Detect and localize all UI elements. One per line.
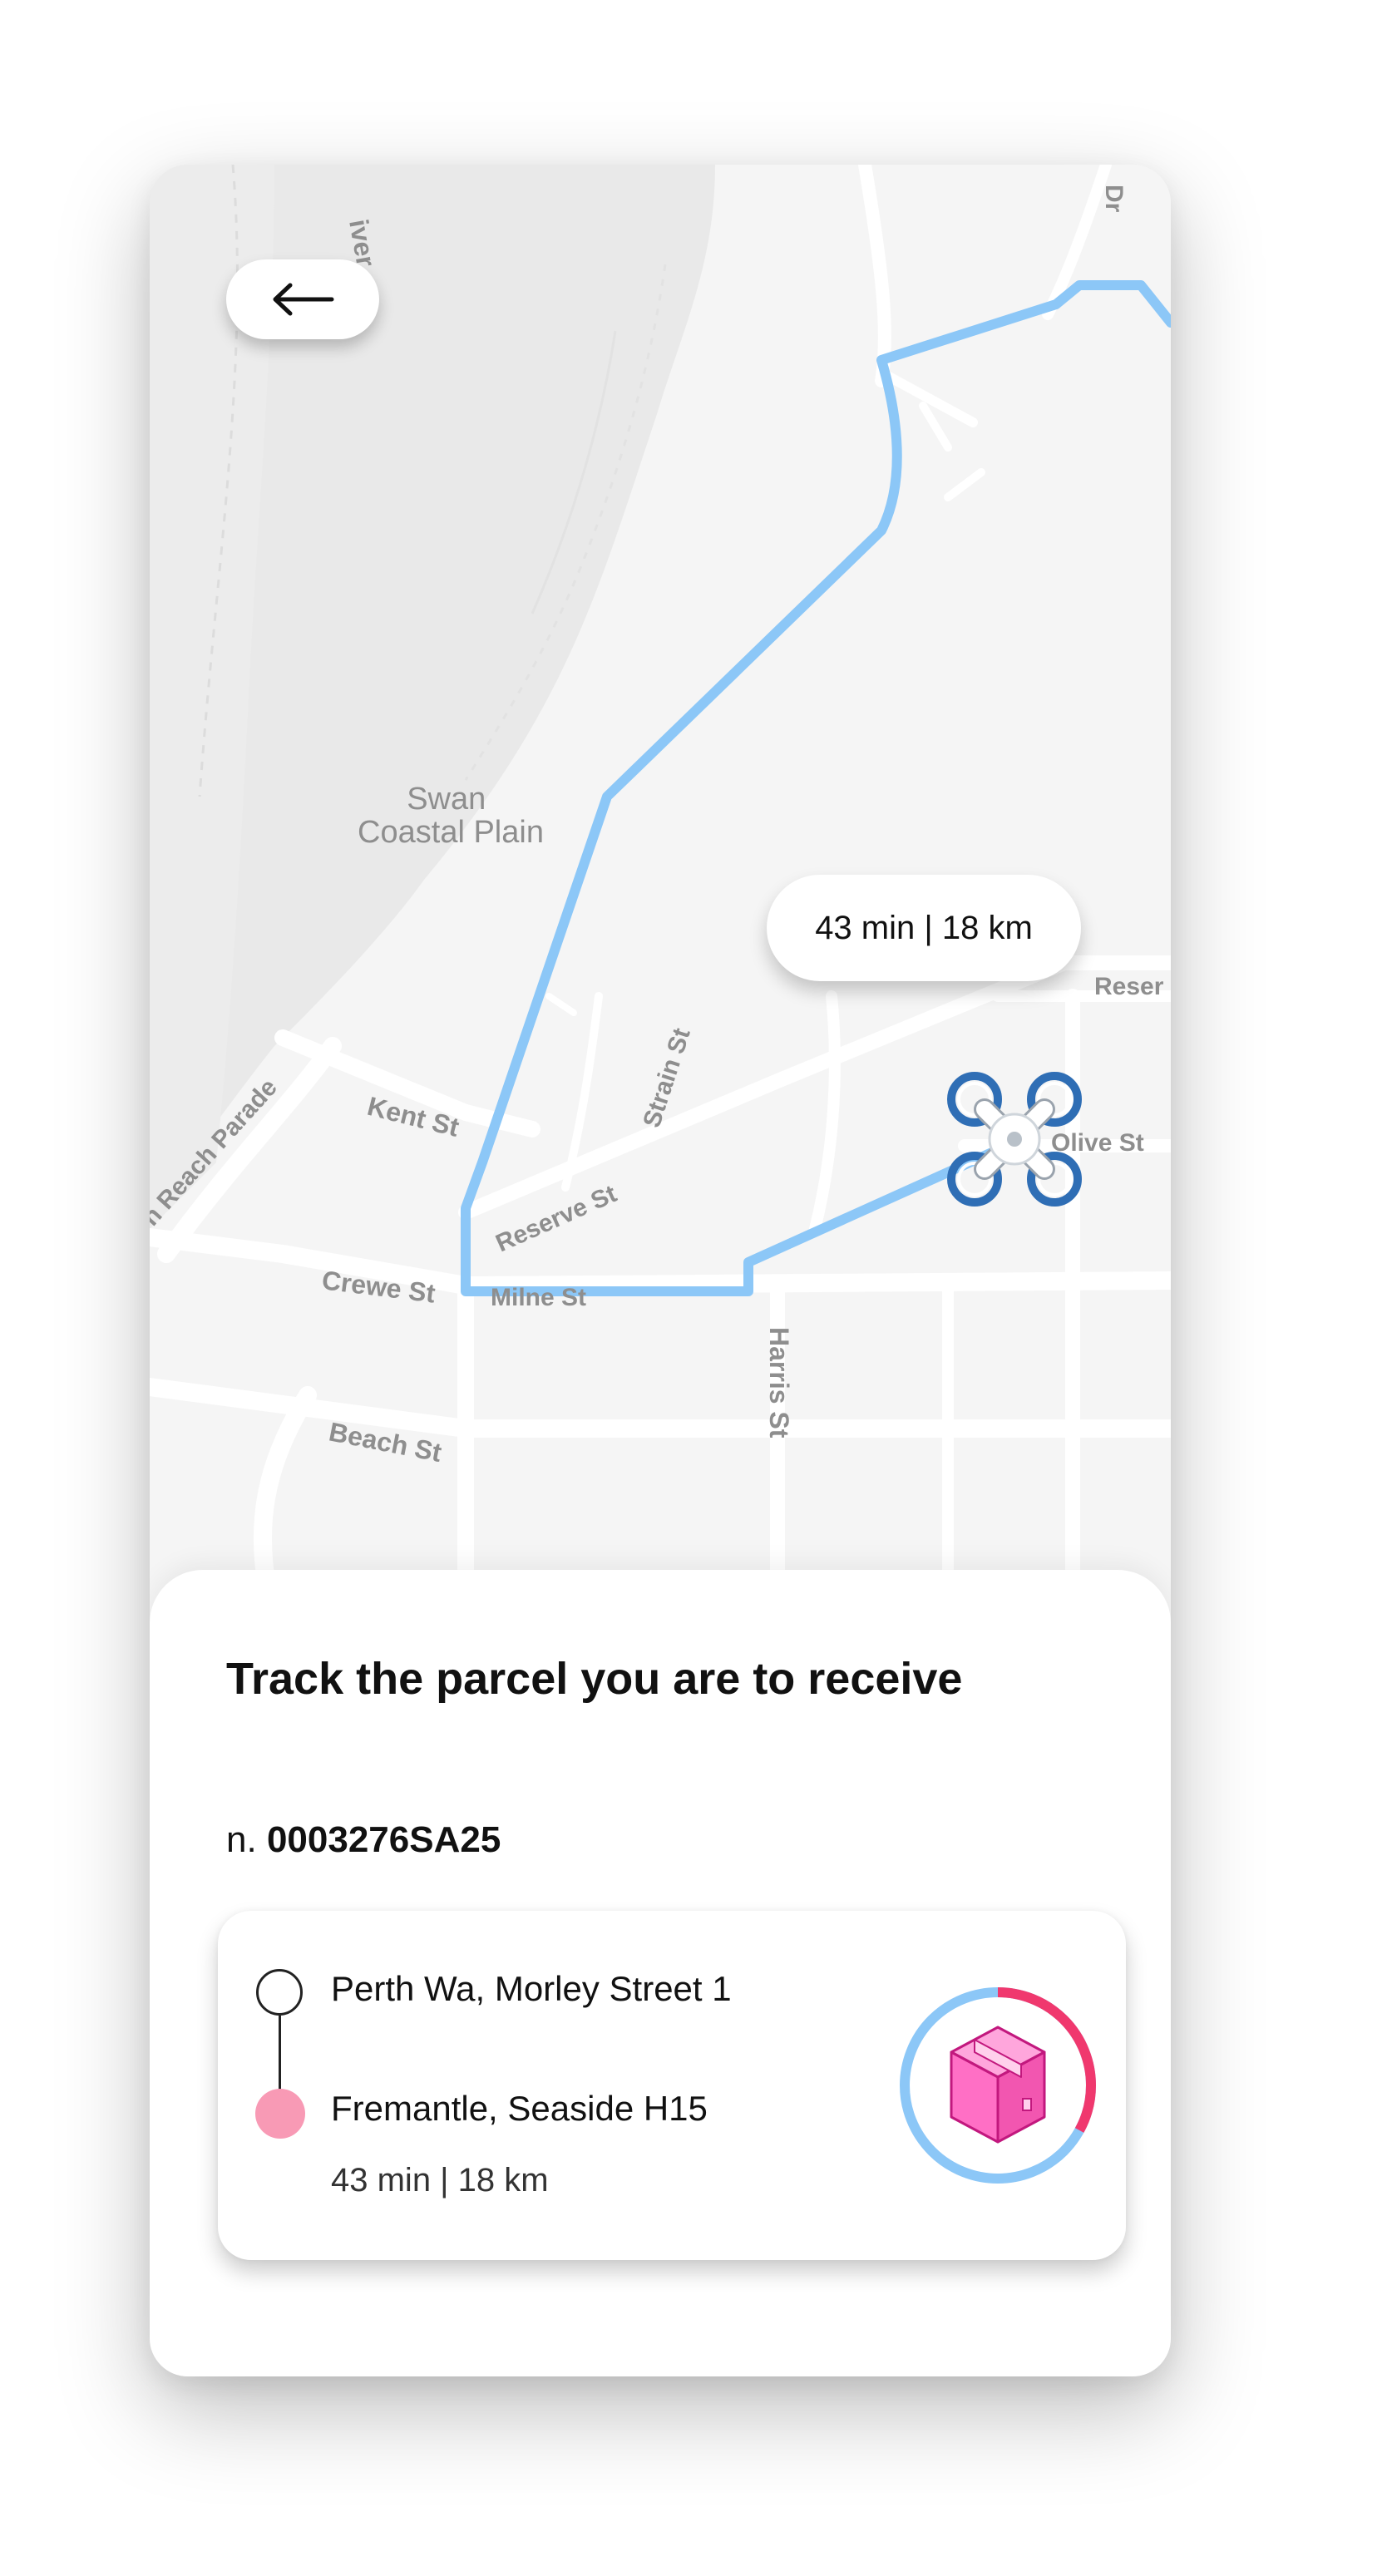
eta-pill: 43 min | 18 km xyxy=(767,875,1081,981)
origin-address: Perth Wa, Morley Street 1 xyxy=(331,1969,732,2008)
map-label-dr: Dr xyxy=(1100,185,1128,213)
parcel-box-icon xyxy=(950,2026,1046,2144)
destination-address: Fremantle, Seaside H15 xyxy=(331,2089,708,2128)
destination-marker-icon xyxy=(255,2089,305,2139)
route-connector xyxy=(279,2016,281,2092)
delivery-progress-ring xyxy=(900,1987,1096,2184)
route-eta: 43 min | 18 km xyxy=(331,2162,549,2198)
back-button[interactable] xyxy=(226,259,379,339)
map-label-milne-st: Milne St xyxy=(491,1284,586,1311)
tracking-sheet: Track the parcel you are to receive n. 0… xyxy=(150,1570,1171,2376)
parcel-number-value: 0003276SA25 xyxy=(266,1819,501,1860)
arrow-left-icon xyxy=(273,283,334,316)
map-label-reser: Reser xyxy=(1094,973,1164,1000)
parcel-number: n. 0003276SA25 xyxy=(226,1819,501,1861)
origin-marker-icon xyxy=(256,1969,303,2016)
parcel-number-prefix: n. xyxy=(226,1819,257,1860)
phone-screen: Swan Coastal Plain Kent St Crewe St Beac… xyxy=(150,165,1171,2376)
route-card[interactable]: Perth Wa, Morley Street 1 Fremantle, Sea… xyxy=(218,1911,1126,2260)
map-label-harris-st: Harris St xyxy=(764,1327,794,1439)
sheet-title: Track the parcel you are to receive xyxy=(226,1654,963,1704)
drone-icon xyxy=(947,1072,1082,1207)
